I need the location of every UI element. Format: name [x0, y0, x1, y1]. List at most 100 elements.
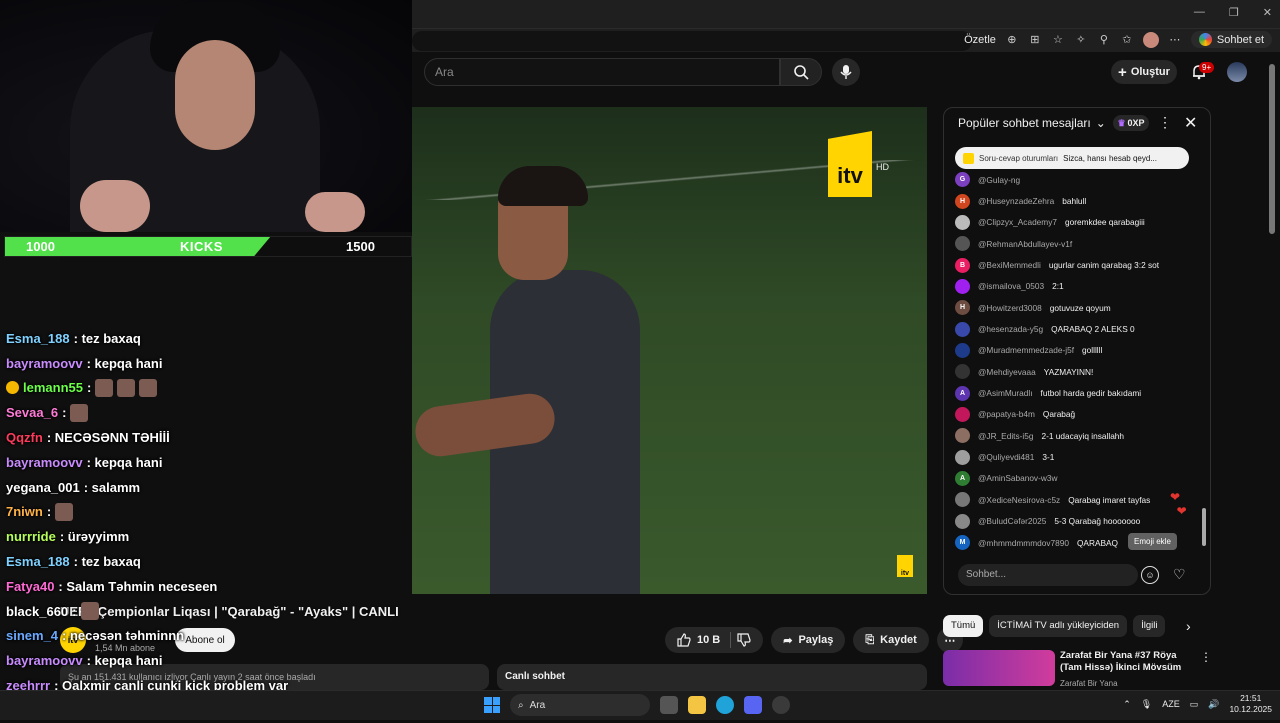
chat-author[interactable]: @AsimMuradlı	[978, 388, 1033, 398]
user-avatar[interactable]	[1227, 62, 1247, 82]
chat-avatar[interactable]: H	[955, 300, 970, 316]
language-indicator[interactable]: AZE	[1162, 699, 1180, 709]
chat-message[interactable]: @Muradmemmedzade-j5f gollllll	[955, 340, 1199, 361]
like-button[interactable]: 10 B	[665, 627, 764, 653]
monitor-icon[interactable]: ▭	[1190, 699, 1199, 710]
chat-message[interactable]: @papatya-b4m Qarabağ	[955, 404, 1199, 425]
chat-message[interactable]: @hesenzada-y5g QARABAQ 2 ALEKS 0	[955, 318, 1199, 339]
save-button[interactable]: ⎘ Kaydet	[853, 627, 929, 653]
minimize-icon[interactable]: —	[1194, 6, 1205, 19]
windows-start-icon[interactable]	[484, 697, 500, 713]
task-view-icon[interactable]	[660, 696, 678, 714]
chat-author[interactable]: @Clipzyx_Academy7	[978, 217, 1057, 227]
chat-message[interactable]: H @Howitzerd3008 gotuvuze qoyum	[955, 297, 1199, 318]
clock[interactable]: 21:51 10.12.2025	[1229, 693, 1272, 715]
chat-message[interactable]: @XediceNesirova-c5z Qarabag imaret tayfas	[955, 489, 1199, 510]
favorites-icon[interactable]: ✩	[1120, 33, 1134, 47]
chat-author[interactable]: @AminSabanov-w3w	[978, 473, 1057, 483]
share-button[interactable]: ➦ Paylaş	[771, 627, 846, 653]
chat-input[interactable]: Sohbet...	[958, 564, 1138, 586]
more-icon[interactable]: ⋯	[1168, 33, 1182, 47]
chat-avatar[interactable]	[955, 278, 970, 294]
chat-avatar[interactable]	[955, 406, 970, 422]
chat-author[interactable]: @XediceNesirova-c5z	[978, 495, 1060, 505]
chat-avatar[interactable]: H	[955, 193, 970, 209]
chat-avatar[interactable]	[955, 342, 970, 358]
recommendation-thumbnail[interactable]	[943, 650, 1055, 686]
chat-avatar[interactable]	[955, 449, 970, 465]
recommendation-menu-icon[interactable]: ⋮	[1200, 650, 1212, 664]
chat-author[interactable]: @BexiMemmedli	[978, 260, 1041, 270]
chat-message[interactable]: H @HuseynzadeZehra bahlull	[955, 190, 1199, 211]
chat-avatar[interactable]	[955, 513, 970, 529]
pinned-qa-banner[interactable]: Soru-cevap oturumları Sizca, hansı hesab…	[955, 147, 1189, 169]
recommendation-title[interactable]: Zarafat Bir Yana #37 Röya (Tam Hissə) İk…	[1060, 650, 1200, 674]
filter-chip[interactable]: İlgili	[1133, 615, 1166, 637]
chat-menu-icon[interactable]: ⋮	[1158, 114, 1172, 131]
chat-author[interactable]: @Mehdiyevaaa	[978, 367, 1036, 377]
chat-avatar[interactable]	[955, 214, 970, 230]
voice-search-button[interactable]	[832, 58, 860, 86]
search-button[interactable]	[780, 58, 822, 86]
profile-avatar[interactable]	[1142, 31, 1159, 48]
chat-author[interactable]: @mhmmdmmmdov7890	[978, 538, 1069, 548]
chat-message[interactable]: B @BexiMemmedli ugurlar canim qarabag 3:2 …	[955, 254, 1199, 275]
chat-message[interactable]: A @AminSabanov-w3w	[955, 468, 1199, 489]
chat-message[interactable]: @Clipzyx_Academy7 goremkdee qarabagiii	[955, 212, 1199, 233]
chat-author[interactable]: @Gulay-ng	[978, 175, 1020, 185]
chevron-right-icon[interactable]: ›	[1186, 618, 1191, 634]
xp-badge[interactable]: ♛ 0XP	[1113, 115, 1149, 131]
recommendation-channel[interactable]: Zarafat Bir Yana	[1060, 679, 1118, 688]
chat-avatar[interactable]	[955, 321, 970, 337]
chat-avatar[interactable]	[955, 492, 970, 508]
copilot-chat-button[interactable]: Sohbet et	[1190, 31, 1272, 48]
chat-mode-dropdown[interactable]: Popüler sohbet mesajları ⌄	[958, 116, 1106, 130]
volume-icon[interactable]: 🔊	[1208, 699, 1219, 710]
maximize-icon[interactable]: ❐	[1229, 6, 1239, 19]
filter-chip[interactable]: İCTİMAİ TV adlı yükleyiciden	[989, 615, 1128, 637]
chat-message[interactable]: @BuludCəfər2025 5-3 Qarabağ hooooooo	[955, 511, 1199, 532]
chat-message[interactable]: A @AsimMuradlı futbol harda gedir bakıdami	[955, 382, 1199, 403]
chat-close-icon[interactable]: ✕	[1184, 113, 1197, 133]
collections-icon[interactable]: ⚲	[1097, 33, 1111, 47]
chat-message[interactable]: @RehmanAbdullayev-v1f	[955, 233, 1199, 254]
summarize-button[interactable]: Özetle	[964, 34, 996, 46]
page-scrollbar[interactable]	[1269, 64, 1275, 234]
chevron-up-icon[interactable]: ⌃	[1123, 699, 1131, 710]
tab-icon[interactable]: ⊞	[1028, 33, 1042, 47]
chat-author[interactable]: @papatya-b4m	[978, 409, 1035, 419]
microphone-icon[interactable]: 🎙	[1141, 699, 1152, 710]
chat-author[interactable]: @hesenzada-y5g	[978, 324, 1043, 334]
chat-message[interactable]: G @Gulay-ng	[955, 169, 1199, 190]
chat-message[interactable]: @ismailova_0503 2:1	[955, 276, 1199, 297]
filter-chip[interactable]: Tümü	[943, 615, 984, 637]
edge-icon[interactable]	[716, 696, 734, 714]
close-window-icon[interactable]: ✕	[1263, 6, 1272, 19]
chat-message[interactable]: @Quliyevdi481 3-1	[955, 446, 1199, 467]
live-chat-toggle[interactable]: Canlı sohbet	[497, 664, 927, 690]
address-bar[interactable]	[412, 31, 972, 51]
chat-avatar[interactable]: B	[955, 257, 970, 273]
chat-avatar[interactable]: M	[955, 535, 970, 551]
chat-avatar[interactable]	[955, 428, 970, 444]
emoji-icon[interactable]: ☺	[1141, 566, 1159, 584]
file-explorer-icon[interactable]	[688, 696, 706, 714]
chat-scrollbar[interactable]	[1202, 508, 1206, 546]
thumbs-down-icon[interactable]	[737, 633, 751, 647]
chat-avatar[interactable]: G	[955, 172, 970, 188]
chat-message[interactable]: @Mehdiyevaaa YAZMAYINN!	[955, 361, 1199, 382]
chat-author[interactable]: @JR_Edits-i5g	[978, 431, 1033, 441]
create-button[interactable]: + Oluştur	[1111, 60, 1177, 84]
puzzle-icon[interactable]: ✧	[1074, 33, 1088, 47]
chat-author[interactable]: @BuludCəfər2025	[978, 516, 1046, 526]
taskbar-search[interactable]: ⌕ Ara	[510, 694, 650, 716]
extension-icon[interactable]: ⊕	[1005, 33, 1019, 47]
chat-message[interactable]: @JR_Edits-i5g 2-1 udacayiq insallahh	[955, 425, 1199, 446]
chat-author[interactable]: @HuseynzadeZehra	[978, 196, 1054, 206]
chat-avatar[interactable]: A	[955, 385, 970, 401]
chat-author[interactable]: @Howitzerd3008	[978, 303, 1042, 313]
chat-avatar[interactable]	[955, 364, 970, 380]
heart-icon[interactable]: ♡	[1173, 566, 1186, 583]
star-icon[interactable]: ☆	[1051, 33, 1065, 47]
search-input[interactable]: Ara	[424, 58, 780, 86]
